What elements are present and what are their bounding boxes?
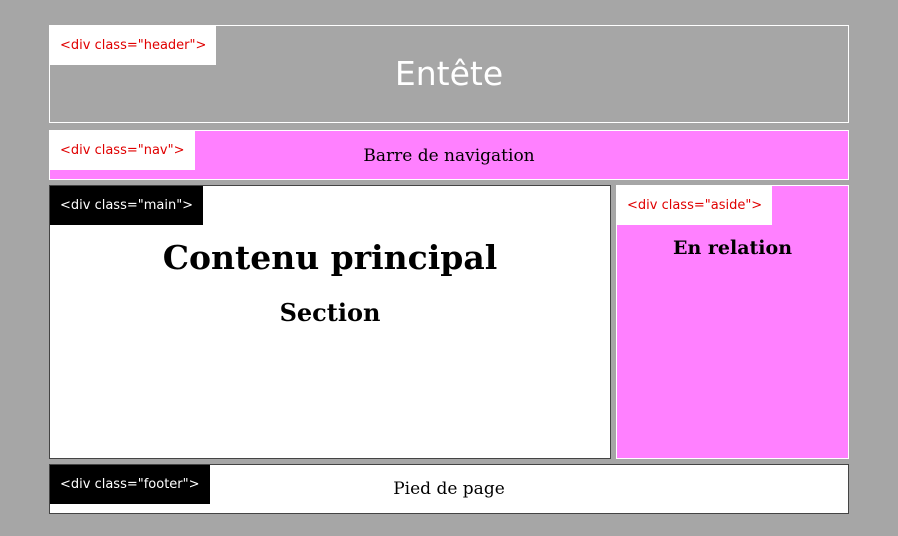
main-section-heading: Section bbox=[279, 298, 381, 327]
main-title: Contenu principal bbox=[162, 238, 498, 277]
nav-text: Barre de navigation bbox=[363, 146, 535, 166]
footer-region: <div class="footer"> Pied de page bbox=[49, 464, 849, 514]
header-title: Entête bbox=[394, 54, 504, 93]
header-region: <div class="header"> Entête bbox=[49, 25, 849, 123]
footer-text: Pied de page bbox=[393, 479, 505, 499]
nav-region: <div class="nav"> Barre de navigation bbox=[49, 130, 849, 180]
main-tag-label: <div class="main"> bbox=[50, 186, 204, 225]
main-region: <div class="main"> Contenu principal Sec… bbox=[49, 185, 611, 459]
aside-title: En relation bbox=[672, 237, 793, 259]
aside-region: <div class="aside"> En relation bbox=[616, 185, 849, 459]
aside-tag-label: <div class="aside"> bbox=[617, 186, 773, 225]
layout-diagram: <div class="header"> Entête <div class="… bbox=[0, 0, 898, 536]
